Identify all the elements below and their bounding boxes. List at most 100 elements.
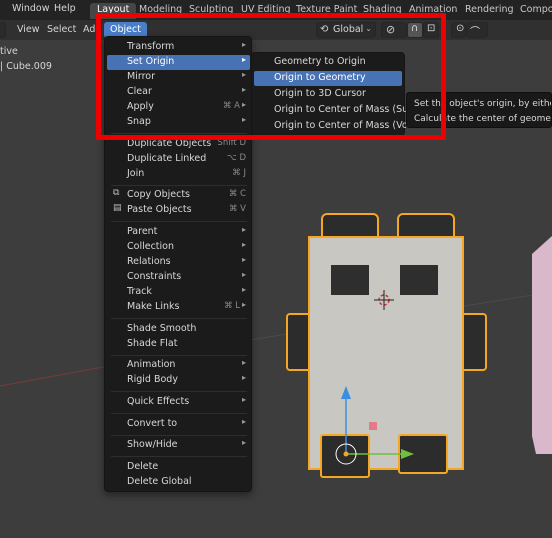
editor-type-dropdown[interactable] (0, 22, 6, 38)
transform-orientation-dropdown[interactable]: ⟲ Global ⌄ (316, 22, 376, 38)
object-dropdown-menu: Transform ▸ Set Origin ▸ Mirror ▸ Clear ▸ Ap… (104, 36, 252, 492)
proportional-icon: ⊙ (456, 23, 465, 34)
copy-icon: ⧉ (113, 188, 120, 198)
submenu-arrow-icon: ▸ (241, 373, 246, 382)
submenu-item-origin-to-com-volume[interactable]: Origin to Center of Mass (Volume) (254, 119, 406, 134)
menu-item-show-hide[interactable]: Show/Hide ▸ (107, 438, 250, 453)
menu-window[interactable]: Window (12, 3, 49, 14)
menu-separator (111, 435, 247, 436)
shortcut-label: ⌘ L (224, 301, 240, 311)
menu-item-animation[interactable]: Animation ▸ (107, 358, 250, 373)
menu-item-quick-effects[interactable]: Quick Effects ▸ (107, 395, 250, 410)
falloff-curve-icon: ⌒ (470, 27, 480, 38)
menu-item-make-links[interactable]: Make Links ⌘ L ▸ (107, 300, 250, 315)
mesh-eye-right (400, 265, 438, 295)
menu-separator (111, 456, 247, 457)
shortcut-label: ⌘ V (228, 204, 246, 214)
menu-item-parent[interactable]: Parent ▸ (107, 225, 250, 240)
menu-item-duplicate-objects[interactable]: Duplicate Objects Shift D (107, 137, 250, 152)
submenu-arrow-icon: ▸ (241, 358, 246, 367)
menu-separator (111, 355, 247, 356)
submenu-arrow-icon: ▸ (241, 55, 246, 64)
tab-texture-paint[interactable]: Texture Paint (289, 3, 364, 19)
shortcut-label: ⌘ J (232, 168, 246, 178)
submenu-item-origin-to-com-surface[interactable]: Origin to Center of Mass (Surface) (254, 103, 406, 118)
tab-layout[interactable]: Layout (90, 3, 137, 19)
submenu-item-origin-to-3d-cursor[interactable]: Origin to 3D Cursor (254, 87, 402, 102)
paste-icon: ▤ (113, 203, 122, 213)
submenu-arrow-icon: ▸ (241, 225, 246, 234)
falloff-dropdown[interactable]: ⌒ (466, 22, 488, 38)
menu-item-join[interactable]: Join ⌘ J (107, 167, 250, 182)
snap-target-dropdown[interactable]: ⊡ (423, 22, 439, 38)
submenu-arrow-icon: ▸ (241, 85, 246, 94)
pink-mesh-object (532, 236, 552, 454)
submenu-arrow-icon: ▸ (241, 255, 246, 264)
tab-shading[interactable]: Shading (356, 3, 409, 19)
top-menu-bar: Window Help Layout Modeling Sculpting UV… (0, 0, 552, 20)
tooltip-line-2: Calculate the center of geometry based o… (414, 114, 551, 124)
menu-item-constraints[interactable]: Constraints ▸ (107, 270, 250, 285)
menu-item-collection[interactable]: Collection ▸ (107, 240, 250, 255)
menu-item-track[interactable]: Track ▸ (107, 285, 250, 300)
menu-item-duplicate-linked[interactable]: Duplicate Linked ⌥ D (107, 152, 250, 167)
menu-item-delete-global[interactable]: Delete Global (107, 475, 250, 490)
menu-item-delete[interactable]: Delete (107, 460, 250, 475)
submenu-arrow-icon: ▸ (241, 40, 246, 49)
magnet-icon: ∩ (411, 23, 419, 34)
submenu-arrow-icon: ▸ (241, 240, 246, 249)
menu-item-shade-flat[interactable]: Shade Flat (107, 337, 250, 352)
shortcut-label: ⌥ D (226, 153, 246, 163)
submenu-arrow-icon: ▸ (241, 300, 246, 309)
menu-item-paste-objects[interactable]: ▤ Paste Objects ⌘ V (107, 203, 250, 218)
menu-item-convert-to[interactable]: Convert to ▸ (107, 417, 250, 432)
viewport-header: View Select Add Object ⟲ Global ⌄ ⊘ ∩ ⊡ … (0, 20, 552, 40)
menu-help[interactable]: Help (54, 3, 76, 14)
submenu-item-origin-to-geometry[interactable]: Origin to Geometry (254, 71, 402, 86)
menu-separator (111, 185, 247, 186)
tab-compositing[interactable]: Compo (513, 3, 552, 19)
add-menu[interactable]: Add (77, 22, 107, 38)
tab-rendering[interactable]: Rendering (458, 3, 521, 19)
submenu-item-geometry-to-origin[interactable]: Geometry to Origin (254, 55, 402, 70)
menu-item-mirror[interactable]: Mirror ▸ (107, 70, 250, 85)
submenu-arrow-icon: ▸ (241, 115, 246, 124)
tab-animation[interactable]: Animation (402, 3, 464, 19)
orientation-icon: ⟲ (320, 24, 329, 35)
submenu-arrow-icon: ▸ (241, 270, 246, 279)
menu-item-snap[interactable]: Snap ▸ (107, 115, 250, 130)
menu-separator (111, 318, 247, 319)
menu-separator (111, 221, 247, 222)
shortcut-label: Shift D (217, 138, 246, 148)
menu-item-rigid-body[interactable]: Rigid Body ▸ (107, 373, 250, 388)
menu-item-clear[interactable]: Clear ▸ (107, 85, 250, 100)
menu-item-transform[interactable]: Transform ▸ (107, 40, 250, 55)
submenu-arrow-icon: ▸ (241, 395, 246, 404)
object-origin-dot (343, 451, 349, 457)
menu-separator (111, 391, 247, 392)
tab-sculpting[interactable]: Sculpting (182, 3, 240, 19)
submenu-arrow-icon: ▸ (241, 285, 246, 294)
snap-toggle[interactable]: ∩ (407, 22, 423, 38)
menu-item-set-origin[interactable]: Set Origin ▸ (107, 55, 250, 70)
set-origin-submenu: Geometry to Origin Origin to Geometry Or… (251, 52, 406, 136)
tooltip: Set the object's origin, by either movin… (406, 92, 552, 128)
menu-item-copy-objects[interactable]: ⧉ Copy Objects ⌘ C (107, 188, 250, 203)
orientation-label: Global (333, 24, 364, 35)
menu-item-relations[interactable]: Relations ▸ (107, 255, 250, 270)
menu-separator (111, 413, 247, 414)
submenu-arrow-icon: ▸ (241, 100, 246, 109)
menu-separator (111, 133, 247, 134)
submenu-arrow-icon: ▸ (241, 438, 246, 447)
tab-modeling[interactable]: Modeling (132, 3, 189, 19)
shortcut-label: ⌘ A (222, 101, 240, 111)
menu-item-apply[interactable]: Apply ⌘ A ▸ (107, 100, 250, 115)
snap-target-icon: ⊡ (427, 23, 436, 34)
proportional-edit-toggle[interactable]: ⊙ (451, 22, 466, 38)
gizmo-plane-handle (369, 422, 377, 430)
menu-item-shade-smooth[interactable]: Shade Smooth (107, 322, 250, 337)
mesh-eye-left (331, 265, 369, 295)
submenu-arrow-icon: ▸ (241, 70, 246, 79)
pivot-icon: ⊘ (386, 23, 396, 36)
pivot-point-dropdown[interactable]: ⊘ (381, 22, 407, 38)
